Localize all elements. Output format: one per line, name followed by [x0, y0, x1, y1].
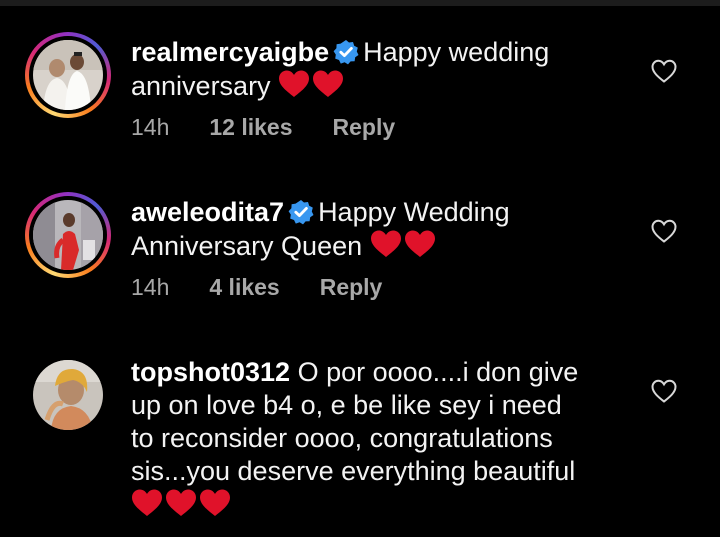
reply-button[interactable]: Reply	[333, 114, 396, 141]
avatar-image	[33, 40, 103, 110]
avatar-image	[33, 360, 103, 430]
comment-text: aweleodita7 Happy Wedding Anniversary Que…	[131, 196, 611, 267]
comment-text-line1: Happy Wedding	[318, 197, 510, 227]
like-heart-icon[interactable]	[650, 218, 678, 244]
heart-emojis	[131, 488, 233, 526]
red-heart-emoji-icon	[132, 489, 162, 516]
comment-timestamp: 14h	[131, 114, 170, 140]
red-heart-emoji-icon	[279, 70, 310, 97]
comment-text-line2: anniversary	[131, 71, 271, 101]
comment-likes-count[interactable]: 12 likes	[209, 114, 292, 141]
comment-text-line3: to reconsider oooo, congratulations	[131, 423, 553, 453]
comment-meta: 14h 12 likes Reply	[131, 114, 395, 141]
heart-emojis	[370, 229, 438, 267]
comment-text-line1: Happy wedding	[363, 37, 550, 67]
comment-text-line4: sis...you deserve everything beautiful	[131, 456, 576, 486]
comment-meta: 14h 4 likes Reply	[131, 274, 382, 301]
comment-username[interactable]: realmercyaigbe	[131, 37, 329, 67]
comment-text: topshot0312 O por oooo....i don give up …	[131, 356, 601, 526]
like-heart-icon[interactable]	[650, 58, 678, 84]
avatar[interactable]	[33, 360, 103, 430]
comment-timestamp: 14h	[131, 274, 170, 300]
comment-text-line2: Anniversary Queen	[131, 231, 363, 261]
avatar[interactable]	[33, 40, 103, 110]
verified-badge-icon	[288, 200, 314, 225]
like-heart-icon[interactable]	[650, 378, 678, 404]
top-divider	[0, 0, 720, 6]
red-heart-emoji-icon	[166, 489, 196, 516]
story-ring-avatar[interactable]	[25, 32, 111, 118]
comment-text-line2: up on love b4 o, e be like sey i need	[131, 390, 562, 420]
reply-button[interactable]: Reply	[320, 274, 383, 301]
avatar-image	[33, 200, 103, 270]
story-ring-avatar[interactable]	[25, 192, 111, 278]
comment-likes-count[interactable]: 4 likes	[209, 274, 279, 301]
red-heart-emoji-icon	[404, 230, 435, 257]
verified-badge-icon	[333, 40, 359, 65]
comment-username[interactable]: aweleodita7	[131, 197, 284, 227]
red-heart-emoji-icon	[200, 489, 230, 516]
heart-emojis	[278, 69, 346, 107]
avatar[interactable]	[33, 200, 103, 270]
comment-text-line1: O por oooo....i don give	[297, 357, 579, 387]
comment-text: realmercyaigbe Happy wedding anniversary	[131, 36, 611, 107]
comment-username[interactable]: topshot0312	[131, 357, 290, 387]
red-heart-emoji-icon	[313, 70, 344, 97]
red-heart-emoji-icon	[370, 230, 401, 257]
